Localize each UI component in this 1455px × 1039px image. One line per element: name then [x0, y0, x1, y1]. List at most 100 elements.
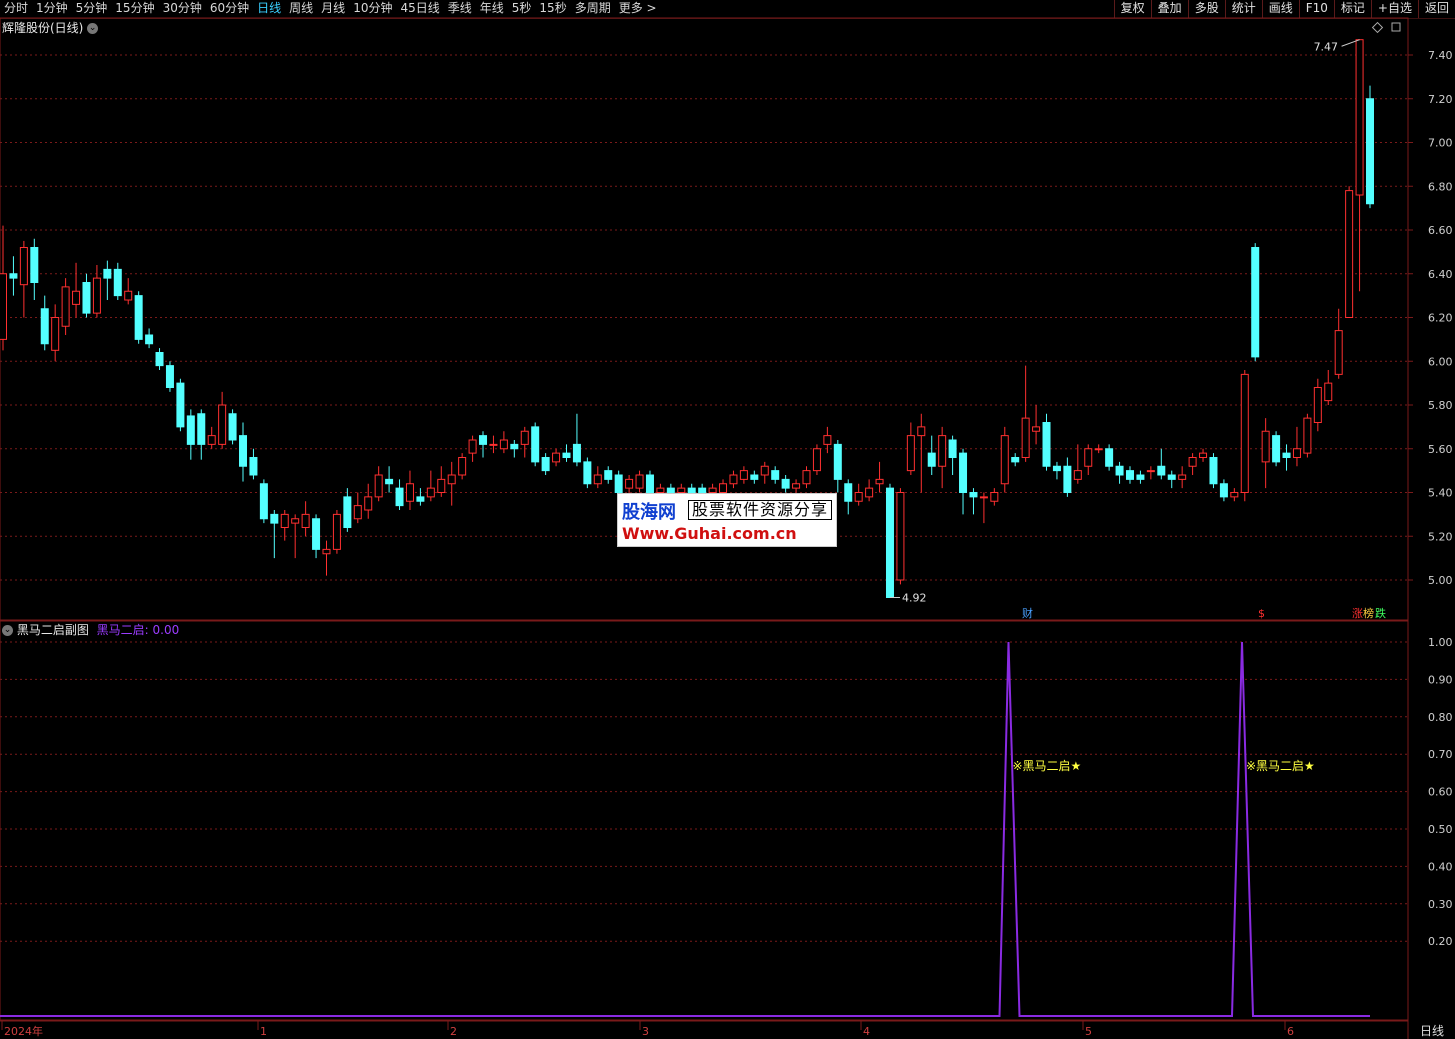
candle-body: [239, 435, 248, 467]
candle-body: [1303, 417, 1312, 454]
candle-body: [614, 474, 623, 493]
sub-panel-title: 黑马二启副图: [16, 623, 89, 637]
candle-body: [760, 465, 769, 476]
y-tick-label: 0.90: [1428, 673, 1453, 686]
candle-body: [9, 273, 18, 279]
candle-body: [1115, 465, 1124, 476]
candle-body: [1209, 457, 1218, 485]
candle-body: [959, 452, 968, 493]
candle-body: [479, 435, 488, 445]
y-tick-label: 7.20: [1428, 93, 1453, 106]
dollar-marker: $: [1258, 607, 1265, 620]
y-tick-label: 5.60: [1428, 443, 1453, 456]
candle-body: [1251, 247, 1260, 358]
candle-body: [1355, 39, 1364, 196]
candle-body: [1042, 422, 1051, 467]
candle-body: [802, 470, 811, 485]
candle-body: [844, 483, 853, 502]
candle-body: [155, 352, 164, 367]
candle-body: [395, 487, 404, 507]
candle-body: [103, 268, 112, 279]
candle-body: [1000, 435, 1009, 485]
candle-body: [572, 443, 581, 463]
stock-title: 辉隆股份(日线): [2, 21, 84, 35]
candle-body: [364, 496, 373, 511]
chevron-down-icon[interactable]: ⌄: [87, 23, 99, 34]
candle-body: [1199, 452, 1208, 458]
y-tick-label: 0.50: [1428, 823, 1453, 836]
candle-body: [917, 426, 926, 437]
chevron-down-icon[interactable]: ⌄: [2, 625, 13, 636]
candle-body: [645, 474, 654, 493]
logo-url: Www.Guhai.com.cn: [622, 524, 797, 543]
candle-body: [541, 457, 550, 472]
candle-body: [458, 457, 467, 476]
candle-body: [72, 290, 81, 305]
candle-body: [1240, 373, 1249, 493]
candle-body: [301, 513, 310, 528]
candle-body: [823, 435, 832, 445]
candle-body: [92, 277, 101, 314]
candle-body: [40, 308, 49, 345]
candle-body: [666, 487, 675, 493]
candle-body: [0, 273, 7, 340]
candle-body: [1021, 417, 1030, 458]
candle-body: [781, 478, 790, 489]
candle-body: [510, 443, 519, 450]
x-tick-label: 5: [1085, 1025, 1092, 1038]
candle-body: [1136, 474, 1145, 480]
x-tick-label: 1: [260, 1025, 267, 1038]
candle-body: [1094, 448, 1103, 451]
main-panel-header: 辉隆股份(日线) ⌄: [2, 21, 99, 35]
candle-body: [280, 513, 289, 528]
candle-body: [426, 487, 435, 498]
candle-body: [207, 435, 216, 445]
signal-label: ※黑马二启★: [1013, 759, 1082, 773]
candle-body: [405, 483, 414, 502]
period-button[interactable]: 日线: [1420, 1024, 1444, 1038]
candle-body: [249, 457, 258, 476]
x-tick-label: 6: [1287, 1025, 1294, 1038]
square-icon[interactable]: [1391, 22, 1401, 32]
candle-body: [176, 382, 185, 428]
y-tick-label: 0.60: [1428, 786, 1453, 799]
candle-body: [812, 448, 821, 472]
candle-body: [687, 487, 696, 493]
candle-body: [1052, 465, 1061, 472]
candle-body: [145, 334, 154, 345]
candle-body: [1230, 492, 1239, 498]
candle-body: [1157, 465, 1166, 476]
candle-body: [562, 452, 571, 458]
candle-body: [499, 439, 508, 450]
candle-body: [969, 492, 978, 498]
candle-body: [1292, 448, 1301, 458]
candle-body: [1063, 465, 1072, 493]
diamond-icon: [1371, 21, 1384, 34]
candle-body: [520, 430, 529, 445]
candle-body: [19, 247, 28, 286]
candle-body: [332, 513, 341, 550]
candle-body: [385, 478, 394, 485]
candle-body: [1345, 190, 1354, 318]
candle-body: [635, 474, 644, 489]
y-tick-label: 6.40: [1428, 268, 1453, 281]
die-marker: 跌: [1375, 606, 1386, 620]
candle-body: [416, 496, 425, 502]
y-tick-label: 0.80: [1428, 711, 1453, 724]
indicator-value: 黑马二启: 0.00: [96, 623, 180, 637]
candle-body: [708, 487, 717, 493]
candle-body: [531, 426, 540, 463]
candle-body: [1084, 448, 1093, 467]
candle-body: [771, 470, 780, 480]
y-tick-label: 0.40: [1428, 860, 1453, 873]
candle-body: [979, 496, 988, 499]
candle-body: [1073, 470, 1082, 480]
candle-body: [990, 492, 999, 502]
candle-body: [854, 492, 863, 502]
candle-body: [186, 415, 195, 445]
candle-body: [750, 474, 759, 480]
candle-body: [322, 548, 331, 555]
candle-body: [948, 439, 957, 458]
candle-body: [1282, 452, 1291, 458]
candle-body: [719, 483, 728, 493]
